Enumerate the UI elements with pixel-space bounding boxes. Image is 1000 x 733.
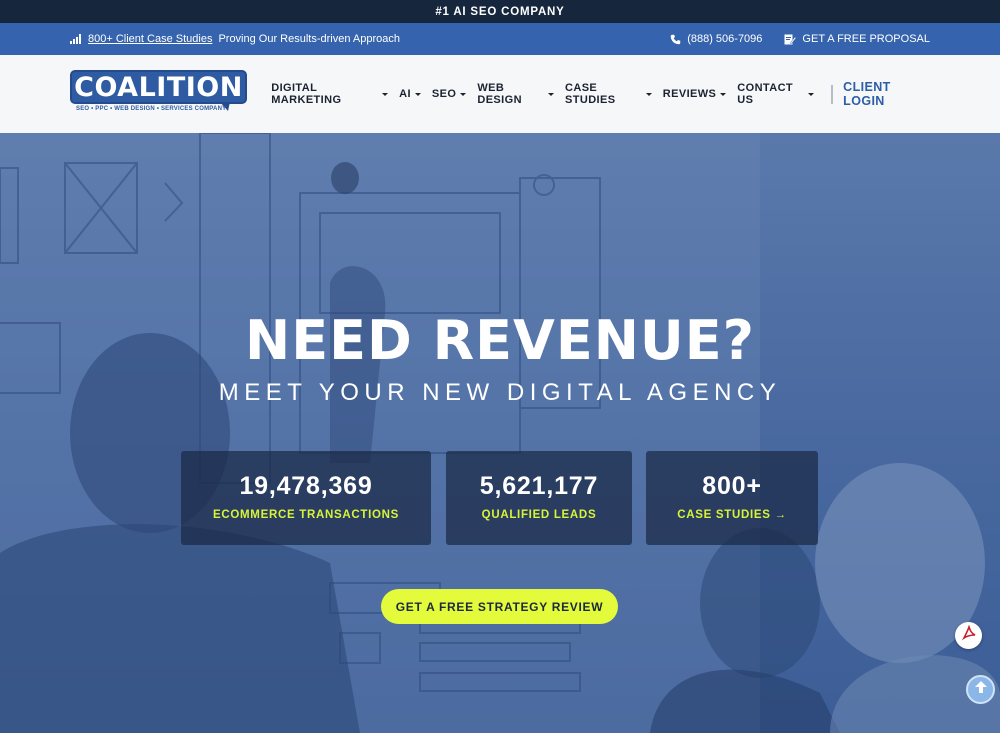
chevron-down-icon xyxy=(460,92,467,96)
case-studies-link[interactable]: 800+ Client Case Studies xyxy=(88,33,212,45)
nav-item-digital-marketing[interactable]: DIGITAL MARKETING xyxy=(271,82,389,106)
logo-badge: COALITION xyxy=(70,70,247,104)
top-announcement-bar: #1 AI SEO COMPANY xyxy=(0,0,1000,23)
announcement-text: #1 AI SEO COMPANY xyxy=(435,5,565,18)
info-bar: 800+ Client Case Studies Proving Our Res… xyxy=(0,23,1000,55)
logo-wordmark: COALITION xyxy=(74,71,243,103)
stat-label: ECOMMERCE TRANSACTIONS xyxy=(213,509,399,521)
arrow-up-icon xyxy=(973,679,989,700)
chevron-down-icon xyxy=(382,92,389,96)
hero-section: NEED REVENUE? MEET YOUR NEW DIGITAL AGEN… xyxy=(0,133,1000,733)
case-studies-promo: 800+ Client Case Studies Proving Our Res… xyxy=(70,33,400,45)
hero-headline: NEED REVENUE? xyxy=(245,309,755,372)
coalition-logo[interactable]: COALITION SEO • PPC • WEB DESIGN • SERVI… xyxy=(70,70,247,118)
chevron-down-icon xyxy=(720,92,727,96)
nav-item-seo[interactable]: SEO xyxy=(432,88,467,100)
nav-divider xyxy=(831,84,834,104)
phone-icon xyxy=(670,34,681,45)
nav-item-contact-us[interactable]: CONTACT US xyxy=(737,82,815,106)
proposal-label: GET A FREE PROPOSAL xyxy=(802,33,930,45)
hero-subheadline: MEET YOUR NEW DIGITAL AGENCY xyxy=(218,379,782,406)
chevron-down-icon xyxy=(414,92,421,96)
stat-label: QUALIFIED LEADS xyxy=(481,509,597,521)
nav-item-ai[interactable]: AI xyxy=(399,88,421,100)
stat-number: 800+ xyxy=(702,472,762,500)
scroll-to-top-button[interactable] xyxy=(966,675,995,704)
stat-number: 19,478,369 xyxy=(239,472,373,500)
stat-card-case-studies[interactable]: 800+ CASE STUDIES → xyxy=(646,451,818,545)
signal-bars-icon xyxy=(70,34,82,44)
chevron-down-icon xyxy=(808,92,815,96)
logo-tagline: SEO • PPC • WEB DESIGN • SERVICES COMPAN… xyxy=(76,106,227,112)
stat-number: 5,621,177 xyxy=(479,472,599,500)
pdf-download-button[interactable] xyxy=(955,622,982,649)
chevron-down-icon xyxy=(548,92,554,96)
stat-label: CASE STUDIES → xyxy=(677,509,787,521)
stat-card-leads: 5,621,177 QUALIFIED LEADS xyxy=(446,451,632,545)
chevron-down-icon xyxy=(645,92,652,96)
document-pen-icon xyxy=(784,33,797,45)
client-login-link[interactable]: CLIENT LOGIN xyxy=(843,80,930,108)
free-proposal-link[interactable]: GET A FREE PROPOSAL xyxy=(784,33,930,45)
free-strategy-review-button[interactable]: GET A FREE STRATEGY REVIEW xyxy=(381,589,618,624)
stat-card-ecommerce: 19,478,369 ECOMMERCE TRANSACTIONS xyxy=(181,451,431,545)
promo-tagline: Proving Our Results-driven Approach xyxy=(218,33,401,45)
nav-item-web-design[interactable]: WEB DESIGN xyxy=(477,82,554,106)
hero-background-image xyxy=(0,133,1000,733)
pdf-icon xyxy=(961,624,977,646)
phone-number: (888) 506-7096 xyxy=(687,33,763,45)
main-navigation: COALITION SEO • PPC • WEB DESIGN • SERVI… xyxy=(0,55,1000,133)
nav-item-case-studies[interactable]: CASE STUDIES xyxy=(565,82,652,106)
nav-menu: DIGITAL MARKETING AI SEO WEB DESIGN CASE… xyxy=(271,82,815,106)
nav-item-reviews[interactable]: REVIEWS xyxy=(663,88,727,100)
phone-link[interactable]: (888) 506-7096 xyxy=(670,33,762,45)
